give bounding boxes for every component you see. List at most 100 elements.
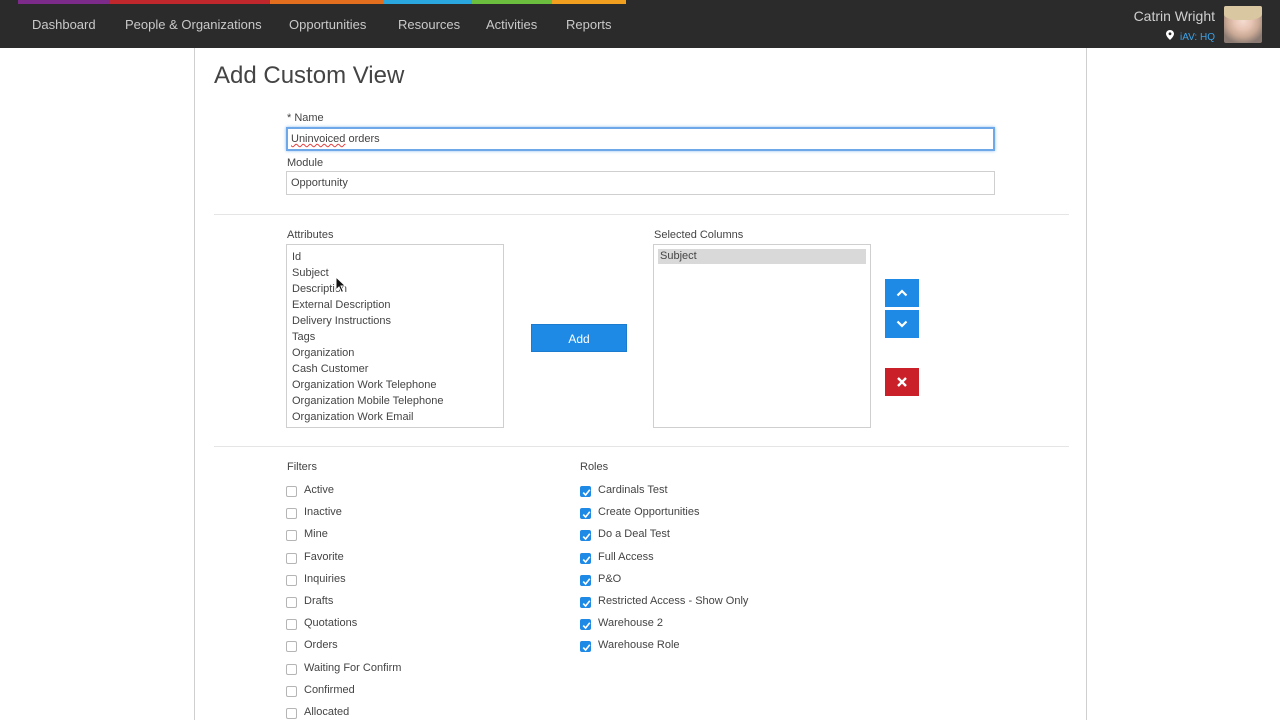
checkmark-icon (582, 489, 591, 497)
role-checkbox[interactable] (580, 552, 591, 564)
name-value-rest: orders (345, 133, 380, 145)
attribute-option[interactable]: Delivery Instructions (292, 315, 391, 327)
module-label: Module (287, 157, 324, 169)
filter-checkbox[interactable] (286, 508, 297, 520)
filter-checkbox-label: Allocated (304, 706, 350, 718)
filter-checkbox-label: Inactive (304, 506, 342, 519)
user-name[interactable]: Catrin Wright (1134, 8, 1215, 24)
role-checkbox[interactable] (580, 508, 591, 520)
role-checkbox[interactable] (580, 597, 591, 608)
roles-label: Roles (580, 461, 609, 473)
chevron-down-icon (896, 320, 908, 328)
role-checkbox-label: Restricted Access - Show Only (598, 595, 749, 607)
filter-checkbox-label: Drafts (304, 595, 334, 607)
stripe-red (110, 0, 270, 4)
module-value: Opportunity (291, 177, 348, 189)
attribute-option[interactable]: Organization Mobile Telephone (292, 395, 443, 407)
close-icon (897, 377, 907, 387)
map-pin-icon (1166, 30, 1177, 43)
nav-reports[interactable]: Reports (566, 17, 612, 32)
attribute-option[interactable]: Id (292, 251, 301, 263)
role-checkbox-label: Cardinals Test (598, 484, 668, 496)
role-checkbox[interactable] (580, 486, 591, 497)
nav-resources[interactable]: Resources (398, 17, 460, 32)
filter-checkbox[interactable] (286, 641, 297, 653)
role-checkbox-label: Do a Deal Test (598, 528, 670, 541)
filter-checkbox-label: Active (304, 484, 334, 496)
nav-activities[interactable]: Activities (486, 17, 537, 32)
mouse-cursor-icon (335, 276, 347, 294)
checkmark-icon (582, 555, 591, 563)
stripe-blue (384, 0, 472, 4)
remove-column-button[interactable] (885, 368, 919, 396)
checkmark-icon (582, 578, 591, 585)
role-checkbox-label: Create Opportunities (598, 506, 700, 519)
filter-checkbox[interactable] (286, 663, 297, 675)
role-checkbox[interactable] (580, 641, 591, 653)
filter-checkbox-label: Inquiries (304, 572, 346, 585)
filter-checkbox-label: Orders (304, 639, 338, 652)
name-value-misspelled: Uninvoiced (291, 133, 346, 145)
name-input[interactable]: Uninvoiced orders (286, 127, 995, 151)
filter-checkbox[interactable] (286, 619, 297, 631)
filter-checkbox[interactable] (286, 708, 297, 719)
checkmark-icon (582, 533, 591, 541)
user-location[interactable]: iAV: HQ (1166, 30, 1215, 43)
filter-checkbox-label: Waiting For Confirm (304, 661, 402, 674)
name-label: * Name (287, 112, 324, 124)
add-button[interactable]: Add (531, 324, 627, 352)
divider-2 (214, 446, 1069, 447)
module-field[interactable]: Opportunity (286, 171, 995, 195)
attribute-option[interactable]: Organization (292, 347, 354, 359)
attribute-option[interactable]: Tags (292, 331, 315, 343)
role-checkbox-label: P&O (598, 572, 622, 585)
attribute-option[interactable]: Organization Work Telephone (292, 379, 437, 391)
role-checkbox-label: Full Access (598, 550, 654, 563)
stripe-green (472, 0, 552, 4)
attribute-option[interactable]: Cash Customer (292, 363, 368, 375)
filter-checkbox[interactable] (286, 486, 297, 497)
attribute-option[interactable]: Subject (292, 267, 329, 279)
checkmark-icon (582, 511, 591, 519)
stripe-purple (18, 0, 110, 4)
user-location-label: iAV: HQ (1179, 32, 1215, 43)
filter-checkbox[interactable] (286, 530, 297, 542)
filter-checkbox-label: Confirmed (304, 683, 355, 696)
nav-people-organizations[interactable]: People & Organizations (125, 17, 262, 32)
filter-checkbox[interactable] (286, 597, 297, 608)
divider-1 (214, 214, 1069, 215)
role-checkbox[interactable] (580, 530, 591, 542)
avatar[interactable] (1224, 6, 1262, 43)
stripe-orange (270, 0, 384, 4)
brand-stripes (0, 0, 1280, 4)
filter-checkbox-label: Quotations (304, 617, 358, 630)
filter-checkbox-label: Favorite (304, 550, 344, 563)
attributes-label: Attributes (287, 229, 334, 241)
checkmark-icon (582, 600, 591, 608)
filter-checkbox[interactable] (286, 685, 297, 697)
attribute-option[interactable]: Organization Work Email (292, 411, 413, 423)
move-up-button[interactable] (885, 279, 919, 307)
attributes-list[interactable]: Id Subject Description External Descript… (286, 244, 504, 428)
custom-view-panel: Add Custom View * Name Uninvoiced orders… (194, 48, 1087, 720)
selected-columns-list[interactable]: Subject (653, 244, 871, 428)
role-checkbox-label: Warehouse Role (598, 639, 680, 652)
nav-opportunities[interactable]: Opportunities (289, 17, 366, 32)
nav-dashboard[interactable]: Dashboard (32, 17, 96, 32)
stripe-yellow (552, 0, 626, 4)
filters-label: Filters (287, 461, 317, 473)
selected-columns-label: Selected Columns (654, 229, 744, 241)
filter-checkbox[interactable] (286, 574, 297, 586)
page-title: Add Custom View (214, 62, 405, 89)
move-down-button[interactable] (885, 310, 919, 338)
chevron-up-icon (896, 289, 908, 297)
filter-checkbox[interactable] (286, 552, 297, 564)
attribute-option[interactable]: External Description (292, 299, 390, 311)
role-checkbox-label: Warehouse 2 (598, 617, 664, 630)
checkmark-icon (582, 644, 591, 652)
role-checkbox[interactable] (580, 619, 591, 631)
role-checkbox[interactable] (580, 574, 591, 586)
filter-checkbox-label: Mine (304, 528, 328, 541)
top-nav-bar: Dashboard People & Organizations Opportu… (0, 0, 1280, 48)
selected-column-option[interactable]: Subject (658, 249, 866, 264)
